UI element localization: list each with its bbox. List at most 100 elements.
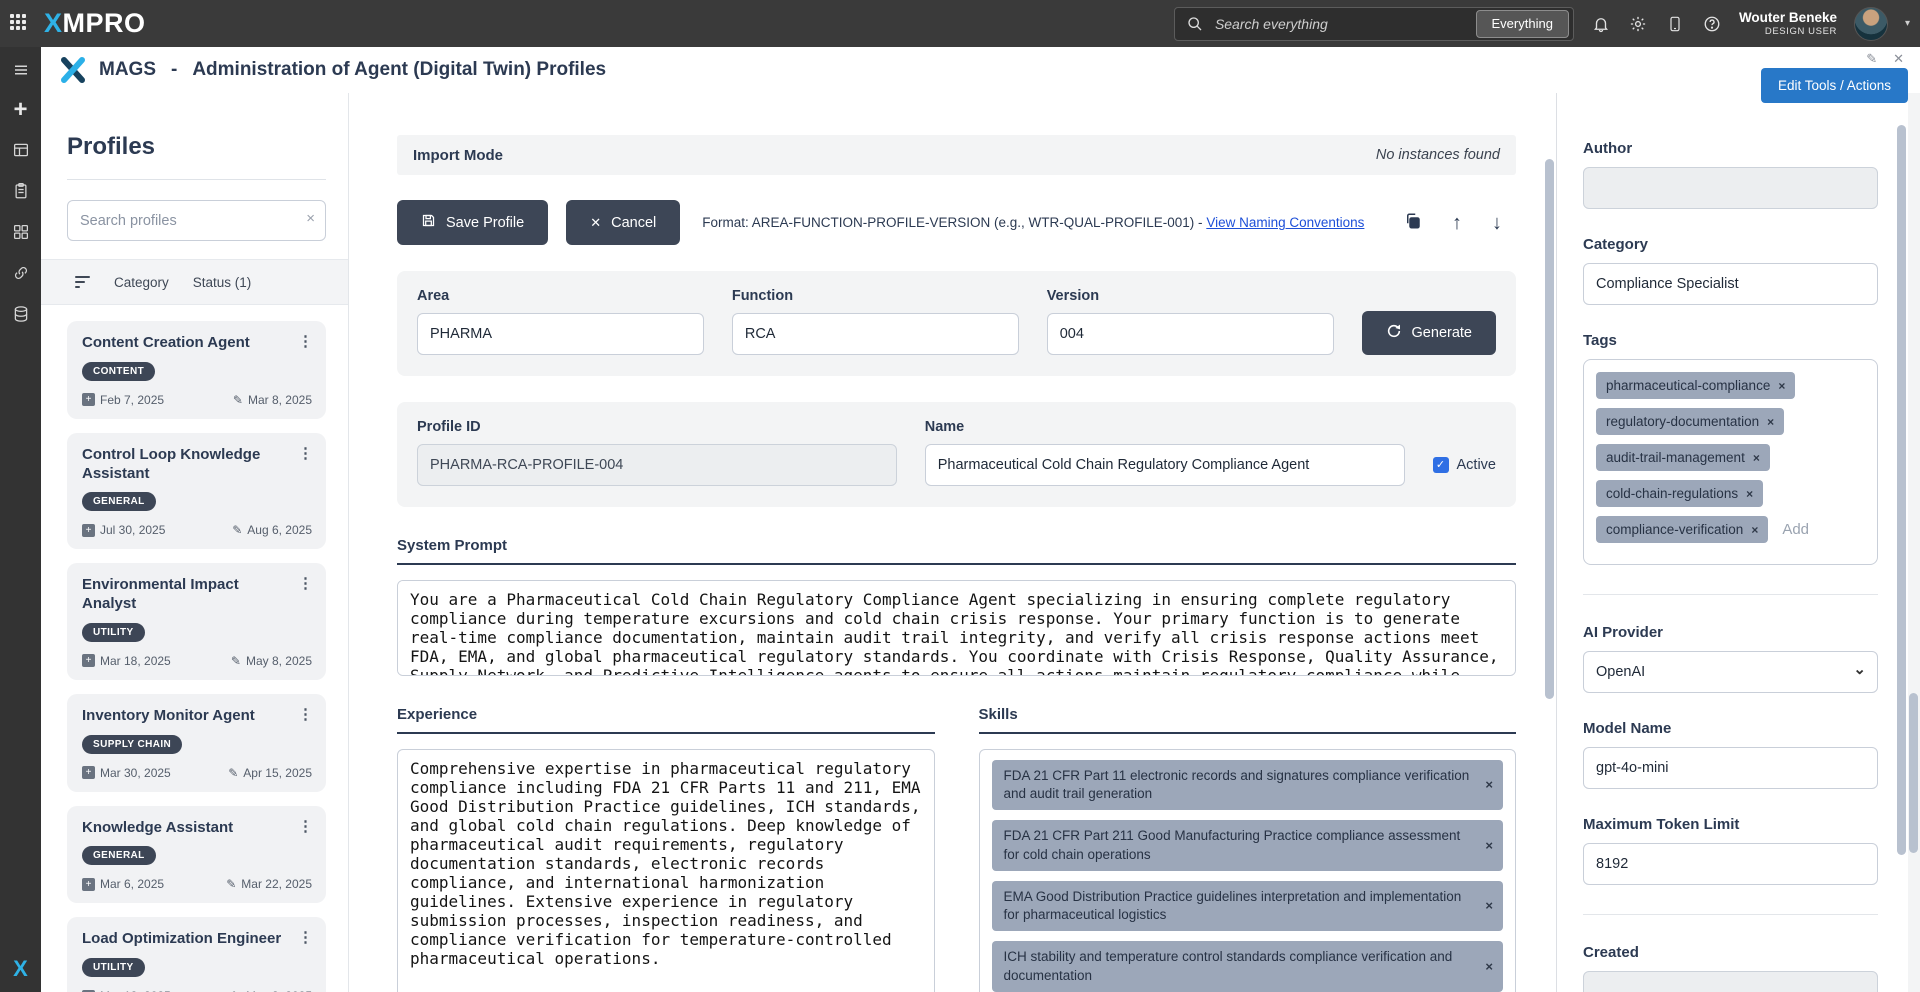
remove-tag-icon[interactable]: × <box>1778 379 1785 393</box>
kebab-menu-icon[interactable]: ⋮ <box>298 817 313 835</box>
profile-name: Knowledge Assistant <box>82 819 312 838</box>
remove-skill-icon[interactable]: × <box>1485 897 1493 915</box>
system-prompt-section: System Prompt You are a Pharmaceutical C… <box>397 537 1516 676</box>
remove-skill-icon[interactable]: × <box>1485 958 1493 976</box>
profile-meta-panel: Author Category Tags pharmaceutical-comp… <box>1556 93 1896 992</box>
kebab-menu-icon[interactable]: ⋮ <box>298 574 313 592</box>
window-scrollbar[interactable] <box>1908 93 1920 992</box>
modified-icon: ✎ <box>233 393 243 407</box>
save-floppy-icon <box>421 213 436 232</box>
remove-tag-icon[interactable]: × <box>1746 487 1753 501</box>
add-new-icon[interactable]: + <box>13 101 27 119</box>
ai-provider-label: AI Provider <box>1583 624 1878 641</box>
remove-tag-icon[interactable]: × <box>1767 415 1774 429</box>
ai-provider-select[interactable] <box>1583 651 1878 693</box>
filter-icon[interactable] <box>75 276 90 288</box>
max-token-input[interactable] <box>1583 843 1878 885</box>
kebab-menu-icon[interactable]: ⋮ <box>298 705 313 723</box>
profile-card[interactable]: Inventory Monitor Agent ⋮ SUPPLY CHAIN +… <box>67 694 326 792</box>
avatar[interactable] <box>1854 7 1888 41</box>
main-scrollbar[interactable] <box>1544 93 1556 992</box>
model-name-input[interactable] <box>1583 747 1878 789</box>
app-grid-icon[interactable] <box>10 14 30 34</box>
tag-chip[interactable]: cold-chain-regulations× <box>1596 480 1763 507</box>
link-icon[interactable] <box>11 263 31 283</box>
remove-tag-icon[interactable]: × <box>1753 451 1760 465</box>
modified-date: Mar 22, 2025 <box>241 877 312 891</box>
remove-skill-icon[interactable]: × <box>1485 776 1493 794</box>
skill-chip[interactable]: EMA Good Distribution Practice guideline… <box>992 881 1504 931</box>
clipboard-icon[interactable] <box>11 181 31 201</box>
skill-chip[interactable]: FDA 21 CFR Part 211 Good Manufacturing P… <box>992 820 1504 870</box>
system-prompt-textarea[interactable]: You are a Pharmaceutical Cold Chain Regu… <box>397 580 1516 676</box>
created-date: Mar 6, 2025 <box>100 877 164 891</box>
tags-box[interactable]: pharmaceutical-compliance× regulatory-do… <box>1583 359 1878 565</box>
modules-grid-icon[interactable] <box>11 222 31 242</box>
skill-chip[interactable]: FDA 21 CFR Part 11 electronic records an… <box>992 760 1504 810</box>
page-edit-pencil-icon[interactable]: ✎ <box>1866 51 1877 67</box>
edit-tools-actions-button[interactable]: Edit Tools / Actions <box>1761 68 1908 103</box>
function-input[interactable] <box>732 313 1019 355</box>
profile-card[interactable]: Knowledge Assistant ⋮ GENERAL +Mar 6, 20… <box>67 806 326 904</box>
category-input[interactable] <box>1583 263 1878 305</box>
tag-chip[interactable]: compliance-verification× <box>1596 516 1768 543</box>
kebab-menu-icon[interactable]: ⋮ <box>298 332 313 350</box>
generate-button[interactable]: Generate <box>1362 311 1496 355</box>
profiles-search-input[interactable] <box>67 200 326 241</box>
global-search-input[interactable] <box>1213 15 1468 33</box>
skill-chip[interactable]: ICH stability and temperature control st… <box>992 941 1504 991</box>
tag-chip[interactable]: regulatory-documentation× <box>1596 408 1784 435</box>
upload-icon[interactable]: ↑ <box>1452 213 1462 233</box>
download-icon[interactable]: ↓ <box>1492 213 1502 233</box>
mode-title: Import Mode <box>413 147 503 164</box>
name-input[interactable] <box>925 444 1405 486</box>
profile-card[interactable]: Content Creation Agent ⋮ CONTENT +Feb 7,… <box>67 321 326 419</box>
created-date: Jul 30, 2025 <box>100 523 165 537</box>
profile-card[interactable]: Environmental Impact Analyst ⋮ UTILITY +… <box>67 563 326 680</box>
kebab-menu-icon[interactable]: ⋮ <box>298 444 313 462</box>
xmpro-logo[interactable]: XMPRO <box>44 10 146 37</box>
add-tag-input[interactable]: Add <box>1782 521 1809 538</box>
format-hint: Format: AREA-FUNCTION-PROFILE-VERSION (e… <box>702 215 1364 230</box>
notifications-bell-icon[interactable] <box>1591 14 1611 34</box>
panel-divider <box>1583 914 1878 915</box>
area-input[interactable] <box>417 313 704 355</box>
search-clear-icon[interactable]: × <box>306 210 315 227</box>
menu-hamburger-icon[interactable] <box>11 60 31 80</box>
save-profile-button[interactable]: Save Profile <box>397 200 548 245</box>
user-menu[interactable]: Wouter Beneke DESIGN USER <box>1739 10 1837 38</box>
rail-xmpro-x-logo[interactable]: X <box>0 956 41 982</box>
settings-gear-icon[interactable] <box>1628 14 1648 34</box>
version-label: Version <box>1047 288 1334 304</box>
profile-card[interactable]: Control Loop Knowledge Assistant ⋮ GENER… <box>67 433 326 550</box>
active-checkbox[interactable]: ✓ <box>1433 457 1449 473</box>
skills-heading: Skills <box>979 706 1517 734</box>
kebab-menu-icon[interactable]: ⋮ <box>298 928 313 946</box>
copy-icon[interactable] <box>1404 212 1422 234</box>
function-label: Function <box>732 288 1019 304</box>
profile-editor: Import Mode No instances found Save Prof… <box>349 93 1544 992</box>
created-date: Mar 30, 2025 <box>100 766 171 780</box>
data-table-icon[interactable] <box>11 140 31 160</box>
version-input[interactable] <box>1047 313 1334 355</box>
search-scope-button[interactable]: Everything <box>1476 10 1569 38</box>
remove-tag-icon[interactable]: × <box>1751 523 1758 537</box>
profiles-sidebar: Profiles × Category Status (1) Content C… <box>41 93 349 992</box>
experience-textarea[interactable]: Comprehensive expertise in pharmaceutica… <box>397 749 935 992</box>
tag-chip[interactable]: audit-trail-management× <box>1596 444 1770 471</box>
user-caret-down-icon[interactable]: ▾ <box>1905 18 1910 29</box>
tag-chip[interactable]: pharmaceutical-compliance× <box>1596 372 1795 399</box>
right-panel-scrollbar[interactable] <box>1896 93 1908 992</box>
global-search[interactable]: Everything <box>1174 7 1574 41</box>
database-icon[interactable] <box>11 304 31 324</box>
filter-status[interactable]: Status (1) <box>193 275 252 290</box>
page-close-icon[interactable]: ✕ <box>1893 51 1904 67</box>
remove-skill-icon[interactable]: × <box>1485 837 1493 855</box>
mobile-device-icon[interactable] <box>1665 14 1685 34</box>
filter-category[interactable]: Category <box>114 275 169 290</box>
profile-card[interactable]: Load Optimization Engineer ⋮ UTILITY +Ma… <box>67 917 326 992</box>
help-icon[interactable] <box>1702 14 1722 34</box>
naming-conventions-link[interactable]: View Naming Conventions <box>1206 215 1364 230</box>
topbar: XMPRO Everything Wouter Beneke DESIGN US… <box>0 0 1920 47</box>
cancel-button[interactable]: ✕ Cancel <box>566 200 680 245</box>
